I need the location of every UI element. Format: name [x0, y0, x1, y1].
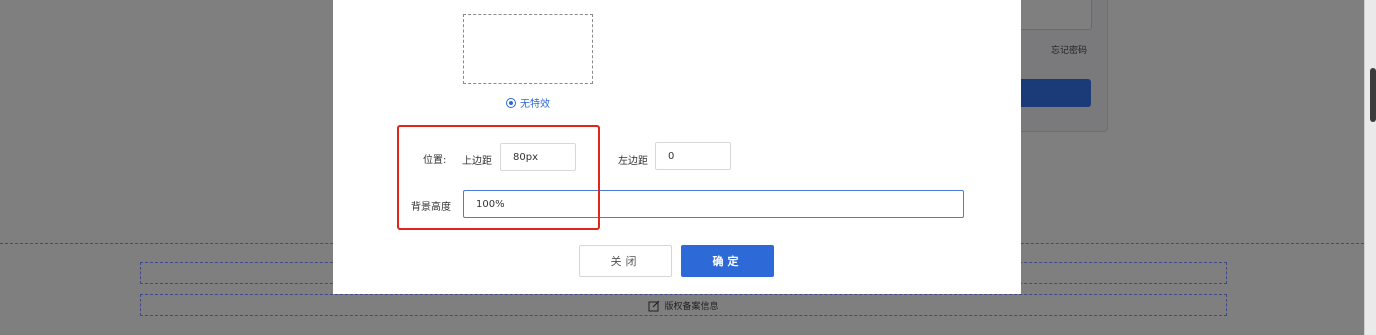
effect-radio-option[interactable]: 无特效 [506, 95, 550, 110]
left-margin-label: 左边距 [618, 156, 648, 167]
effect-option-label: 无特效 [520, 99, 550, 110]
footer-block-copyright: 版权备案信息 [140, 294, 1227, 316]
scrollbar-thumb[interactable] [1370, 68, 1376, 122]
close-button[interactable]: 关闭 [579, 245, 672, 277]
top-margin-label: 上边距 [462, 156, 492, 167]
edit-icon [648, 300, 660, 311]
page-scrollbar[interactable] [1364, 0, 1376, 335]
password-input-bg [1010, 0, 1092, 30]
login-button-bg [1010, 79, 1091, 107]
bg-height-input[interactable] [463, 190, 964, 218]
radio-selected-icon[interactable] [506, 97, 516, 108]
background-preview [463, 14, 593, 84]
forgot-password-link: 忘记密码 [1051, 46, 1088, 56]
left-margin-input[interactable] [655, 142, 731, 170]
top-margin-input[interactable] [500, 143, 576, 171]
position-label: 位置: [423, 155, 447, 166]
bg-height-label: 背景高度 [411, 202, 451, 213]
footer-copyright-row: 版权备案信息 [141, 299, 1226, 312]
footer-copyright-label: 版权备案信息 [664, 302, 719, 312]
confirm-button[interactable]: 确定 [681, 245, 774, 277]
